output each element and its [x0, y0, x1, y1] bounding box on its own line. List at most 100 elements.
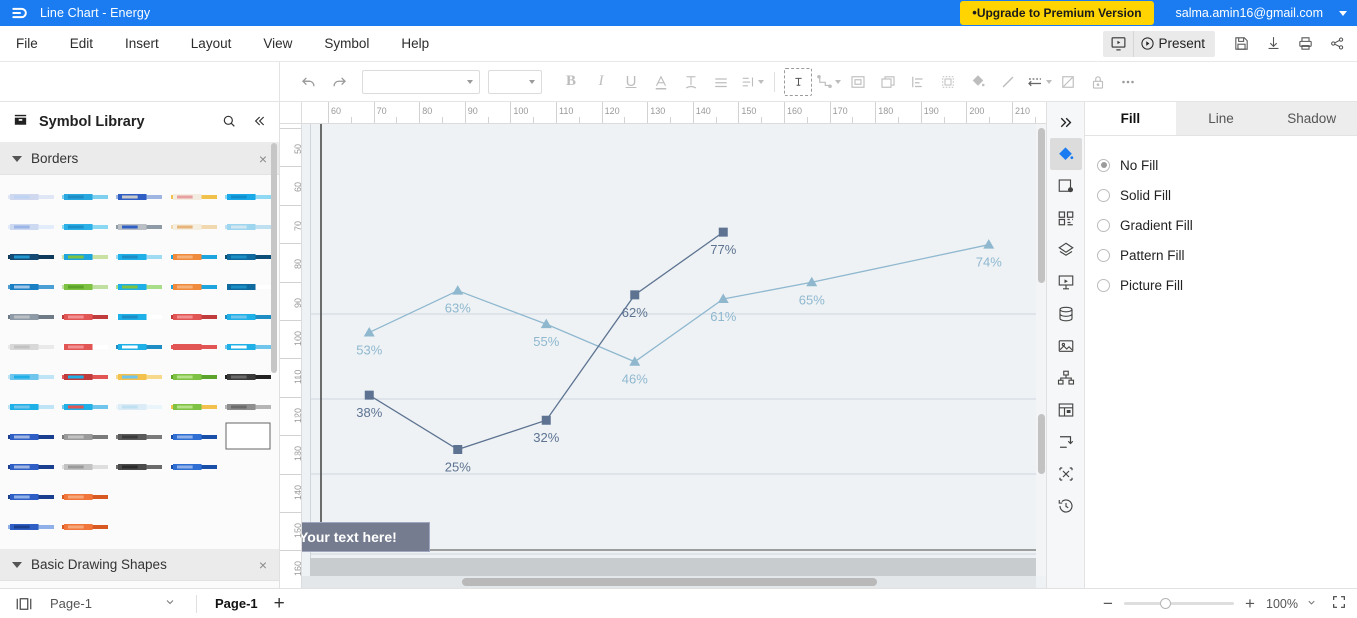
undo-icon[interactable]	[295, 68, 323, 96]
border-symbol-item[interactable]	[112, 481, 166, 511]
text-box-icon[interactable]	[784, 67, 812, 96]
scroll-thumb[interactable]	[462, 578, 877, 586]
border-symbol-item[interactable]	[58, 211, 112, 241]
underline-button[interactable]: U	[617, 68, 645, 96]
duplicate-icon[interactable]	[874, 68, 902, 96]
chevron-double-right-icon[interactable]	[1050, 106, 1082, 138]
menu-help[interactable]: Help	[385, 26, 445, 62]
layout-icon[interactable]	[1050, 394, 1082, 426]
border-symbol-item[interactable]	[167, 481, 221, 511]
line-style-icon[interactable]	[1024, 68, 1052, 96]
border-symbol-item[interactable]	[4, 301, 58, 331]
redo-icon[interactable]	[325, 68, 353, 96]
search-icon[interactable]	[221, 113, 237, 132]
border-symbol-item[interactable]	[58, 301, 112, 331]
border-symbol-item[interactable]	[167, 271, 221, 301]
border-symbol-item[interactable]	[167, 421, 221, 451]
border-symbol-item[interactable]	[221, 331, 275, 361]
scroll-thumb[interactable]	[1038, 128, 1045, 283]
border-symbol-item[interactable]	[167, 511, 221, 541]
border-symbol-item[interactable]	[4, 511, 58, 541]
app-grid-icon[interactable]	[1050, 202, 1082, 234]
page-tab-page-1[interactable]: Page-1	[205, 596, 268, 611]
org-chart-icon[interactable]	[1050, 362, 1082, 394]
canvas-horizontal-scrollbar[interactable]	[302, 576, 1036, 588]
font-family-select[interactable]	[362, 69, 480, 94]
border-symbol-item[interactable]	[58, 481, 112, 511]
border-symbol-item[interactable]	[112, 271, 166, 301]
border-symbol-item[interactable]	[167, 361, 221, 391]
menu-layout[interactable]: Layout	[175, 26, 248, 62]
menu-symbol[interactable]: Symbol	[308, 26, 385, 62]
fill-bucket-icon[interactable]	[1049, 138, 1082, 170]
border-symbol-item[interactable]	[167, 331, 221, 361]
history-icon[interactable]	[1050, 490, 1082, 522]
border-symbol-item[interactable]	[4, 421, 58, 451]
horizontal-ruler[interactable]: 60 70 80 90 100 110 120 130 140 150 160 170 180 190 20…	[302, 102, 1046, 124]
download-icon[interactable]	[1261, 31, 1285, 57]
menu-file[interactable]: File	[0, 26, 54, 62]
border-symbol-item[interactable]	[167, 451, 221, 481]
border-symbol-item[interactable]	[58, 391, 112, 421]
tab-shadow[interactable]: Shadow	[1266, 102, 1357, 135]
border-symbol-item[interactable]	[112, 211, 166, 241]
select-all-icon[interactable]	[934, 68, 962, 96]
border-symbol-item[interactable]	[221, 271, 275, 301]
drawing-canvas[interactable]: 53%63%55%46%61%65%74%38%25%32%62%77%Cate…	[302, 124, 1046, 588]
zoom-out-button[interactable]: −	[1100, 595, 1116, 612]
library-section-borders[interactable]: Borders ×	[0, 143, 279, 175]
page-selector[interactable]: Page-1	[38, 596, 188, 611]
border-symbol-item[interactable]	[112, 451, 166, 481]
fill-option-no-fill[interactable]: No Fill	[1097, 150, 1357, 180]
fill-option-picture-fill[interactable]: Picture Fill	[1097, 270, 1357, 300]
text-box-shape[interactable]: Your text here!	[302, 522, 430, 552]
tab-fill[interactable]: Fill	[1085, 102, 1176, 135]
border-symbol-item[interactable]	[167, 301, 221, 331]
zoom-in-button[interactable]: +	[1242, 595, 1258, 612]
flow-icon[interactable]	[1050, 426, 1082, 458]
tab-line[interactable]: Line	[1175, 102, 1267, 135]
font-size-select[interactable]	[488, 69, 542, 94]
fill-bucket-icon[interactable]	[964, 68, 992, 96]
fill-option-gradient-fill[interactable]: Gradient Fill	[1097, 210, 1357, 240]
border-symbol-item[interactable]	[221, 391, 275, 421]
border-symbol-item[interactable]	[112, 391, 166, 421]
database-icon[interactable]	[1050, 298, 1082, 330]
text-effect-button[interactable]	[677, 68, 705, 96]
symbol-library-scroll-area[interactable]: Borders × Basic Drawing Shapes ×	[0, 143, 279, 588]
zoom-chevron-down-icon[interactable]	[1306, 596, 1317, 611]
connector-icon[interactable]	[814, 68, 842, 96]
border-symbol-item[interactable]	[221, 241, 275, 271]
border-symbol-item[interactable]	[112, 181, 166, 211]
border-symbol-item[interactable]	[4, 241, 58, 271]
canvas-vertical-scrollbar[interactable]	[1036, 124, 1046, 576]
font-color-button[interactable]	[647, 68, 675, 96]
border-symbol-item[interactable]	[112, 511, 166, 541]
border-symbol-item[interactable]	[4, 481, 58, 511]
border-symbol-item[interactable]	[221, 421, 275, 451]
no-shadow-icon[interactable]	[1054, 68, 1082, 96]
scatter-icon[interactable]	[1050, 458, 1082, 490]
zoom-level-value[interactable]: 100%	[1266, 597, 1298, 611]
border-symbol-item[interactable]	[221, 181, 275, 211]
border-symbol-item[interactable]	[112, 331, 166, 361]
slideshow-icon[interactable]	[1103, 31, 1133, 57]
border-symbol-item[interactable]	[58, 331, 112, 361]
library-scrollbar[interactable]	[271, 143, 277, 373]
border-symbol-item[interactable]	[4, 361, 58, 391]
edrawmax-logo[interactable]	[0, 3, 40, 23]
border-symbol-item[interactable]	[167, 211, 221, 241]
border-symbol-item[interactable]	[221, 361, 275, 391]
border-symbol-item[interactable]	[221, 301, 275, 331]
border-symbol-item[interactable]	[112, 421, 166, 451]
line-spacing-icon[interactable]	[737, 68, 765, 96]
border-symbol-item[interactable]	[4, 391, 58, 421]
align-objects-icon[interactable]	[904, 68, 932, 96]
close-icon[interactable]: ×	[259, 557, 267, 573]
menu-edit[interactable]: Edit	[54, 26, 109, 62]
shape-settings-icon[interactable]	[1050, 170, 1082, 202]
border-symbol-item[interactable]	[4, 451, 58, 481]
line-chart[interactable]: 53%63%55%46%61%65%74%38%25%32%62%77%Cate…	[311, 124, 1041, 588]
border-symbol-item[interactable]	[112, 241, 166, 271]
add-page-button[interactable]: +	[268, 594, 291, 613]
